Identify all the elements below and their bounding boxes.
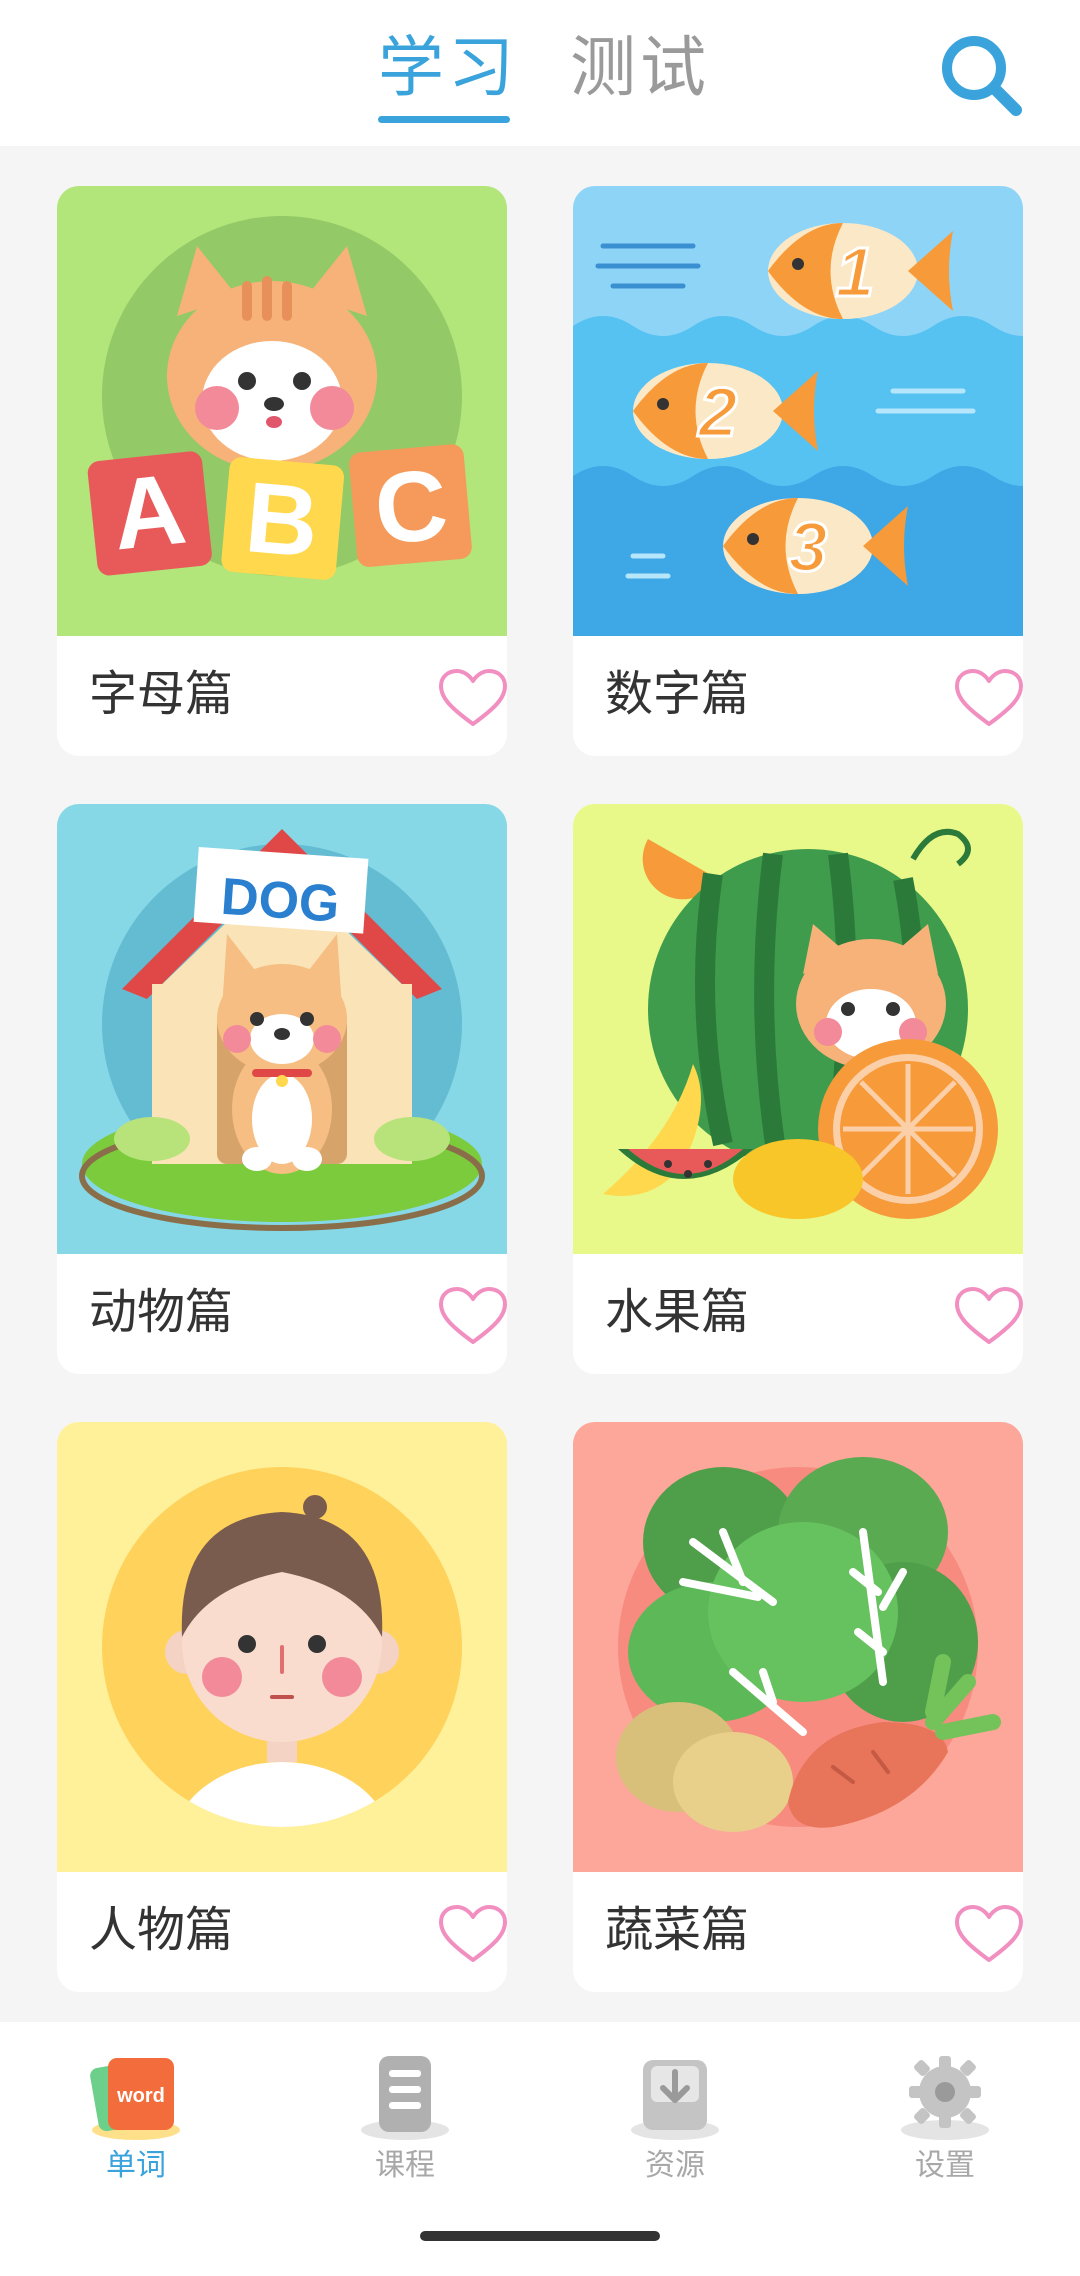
top-bar: 学习 测试 xyxy=(0,0,1080,146)
gear-icon xyxy=(901,2056,989,2140)
download-icon xyxy=(631,2060,719,2140)
tab-test[interactable]: 测试 xyxy=(570,28,710,108)
nav-label-courses: 课程 xyxy=(375,2148,435,2183)
heart-icon[interactable] xyxy=(437,1904,507,1966)
card-numbers[interactable]: 1 2 3 数字篇 xyxy=(573,186,1023,756)
card-title: 字母篇 xyxy=(89,666,234,722)
nav-item-words[interactable]: word 单词 xyxy=(36,2044,236,2194)
card-fruits[interactable]: 水果篇 xyxy=(573,804,1023,1374)
block-letter-b: B xyxy=(241,461,323,579)
fish-number-1: 1 xyxy=(836,233,875,311)
search-button[interactable] xyxy=(936,30,1026,120)
nav-label-settings: 设置 xyxy=(915,2148,975,2183)
course-list-icon xyxy=(361,2056,449,2140)
card-animals[interactable]: DOG 动物篇 xyxy=(57,804,507,1374)
tab-learn[interactable]: 学习 xyxy=(378,28,518,108)
card-image-vegetables xyxy=(573,1422,1023,1872)
card-people[interactable]: 人物篇 xyxy=(57,1422,507,1992)
card-letters[interactable]: A B C 字母篇 xyxy=(57,186,507,756)
nav-label-resources: 资源 xyxy=(645,2148,705,2183)
block-letter-a: A xyxy=(107,453,191,572)
card-image-fruits xyxy=(573,804,1023,1254)
card-image-animals: DOG xyxy=(57,804,507,1254)
search-icon xyxy=(942,36,1022,116)
card-image-people xyxy=(57,1422,507,1872)
fish-number-2: 2 xyxy=(697,373,738,451)
heart-icon[interactable] xyxy=(953,668,1023,730)
card-title: 数字篇 xyxy=(605,666,750,722)
block-letter-c: C xyxy=(370,448,452,566)
heart-icon[interactable] xyxy=(953,1286,1023,1348)
dog-sign-text: DOG xyxy=(219,868,341,934)
heart-icon[interactable] xyxy=(953,1904,1023,1966)
heart-icon[interactable] xyxy=(437,668,507,730)
card-vegetables[interactable]: 蔬菜篇 xyxy=(573,1422,1023,1992)
nav-item-courses[interactable]: 课程 xyxy=(305,2044,505,2194)
active-tab-indicator xyxy=(378,116,510,123)
card-title: 水果篇 xyxy=(605,1284,750,1340)
word-book-icon: word xyxy=(90,2058,180,2140)
card-title: 蔬菜篇 xyxy=(605,1902,750,1958)
home-indicator[interactable] xyxy=(420,2231,660,2241)
word-icon-label: word xyxy=(116,2085,165,2107)
card-image-numbers: 1 2 3 xyxy=(573,186,1023,636)
nav-item-settings[interactable]: 设置 xyxy=(845,2044,1045,2194)
fish-number-3: 3 xyxy=(789,508,828,586)
card-image-letters: A B C xyxy=(57,186,507,636)
heart-icon[interactable] xyxy=(437,1286,507,1348)
nav-item-resources[interactable]: 资源 xyxy=(575,2044,775,2194)
card-title: 人物篇 xyxy=(89,1902,234,1958)
nav-label-words: 单词 xyxy=(106,2148,166,2183)
card-title: 动物篇 xyxy=(89,1284,234,1340)
